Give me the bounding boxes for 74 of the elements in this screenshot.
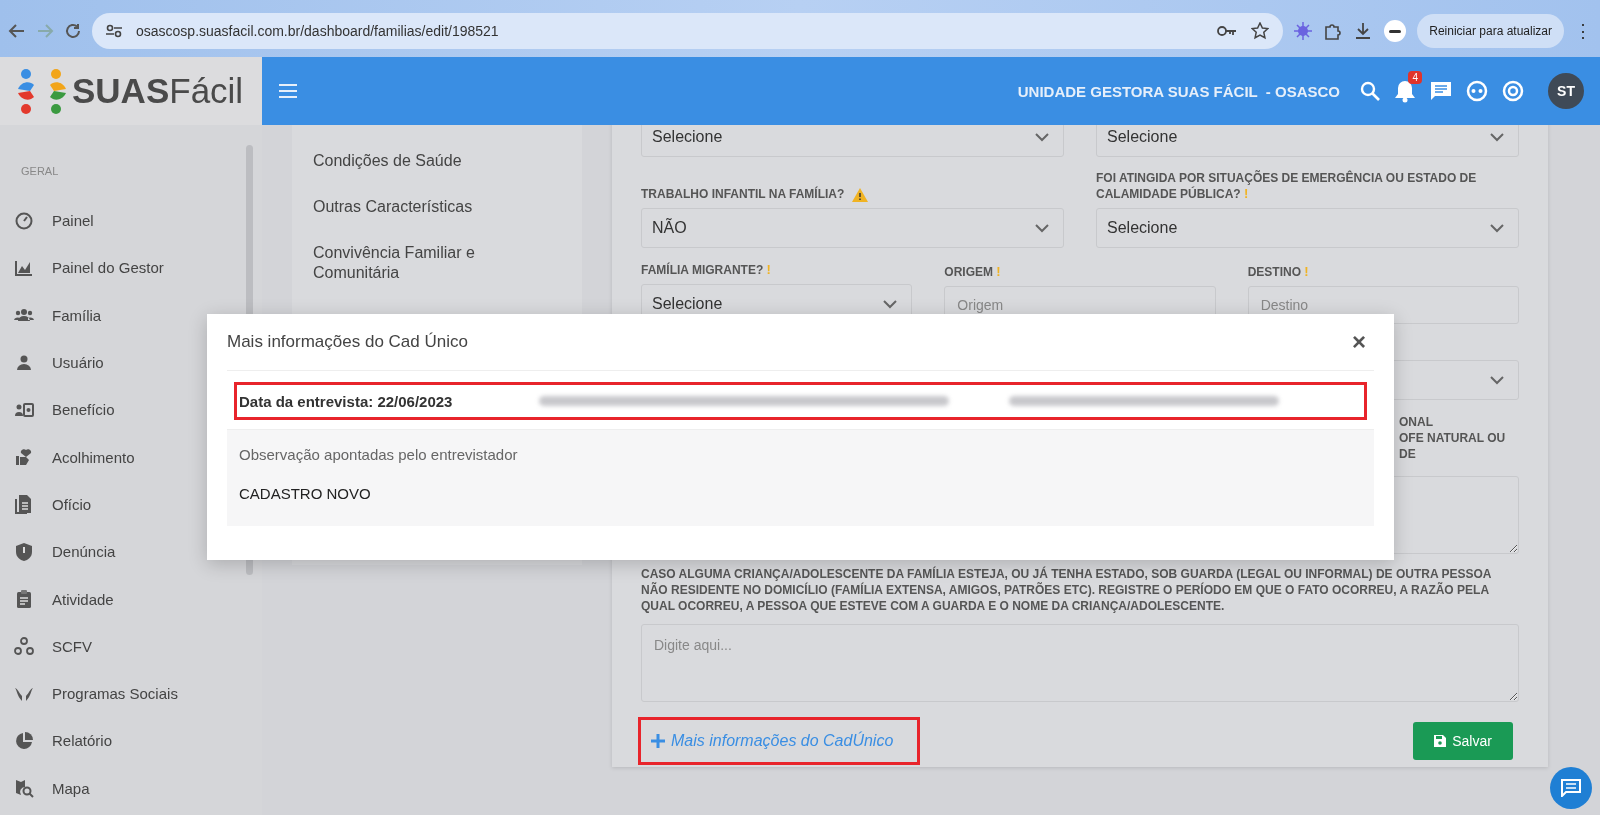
chevron-down-icon: [1035, 132, 1049, 142]
field-label: TRABALHO INFANTIL NA FAMÍLIA?: [641, 187, 845, 202]
field-label: FOI ATINGIDA POR SITUAÇÕES DE EMERGÊNCIA OU ESTADO DE CALAMIDADE PÚBLICA? !: [1096, 171, 1478, 202]
heart-icon: [14, 447, 34, 468]
message-icon[interactable]: [1430, 81, 1452, 101]
select-field[interactable]: Selecione: [1096, 208, 1519, 248]
sidebar-item[interactable]: Ofício: [14, 480, 92, 529]
sidebar-item[interactable]: Usuário: [14, 338, 104, 387]
sidebar-item[interactable]: Mapa: [14, 764, 90, 812]
sidebar-item[interactable]: Painel: [14, 197, 94, 245]
chevron-down-icon: [1490, 375, 1504, 385]
form-section-link[interactable]: Outras Características: [313, 197, 513, 217]
field-label: DESTINO !: [1247, 264, 1309, 280]
shield-icon: [14, 541, 34, 562]
sidebar-item[interactable]: Atividade: [14, 575, 114, 623]
nodes-icon: [14, 636, 34, 657]
section-label: GERAL: [21, 165, 59, 177]
gauge-icon: [14, 210, 34, 231]
site-settings-icon[interactable]: [106, 23, 122, 38]
menu-icon[interactable]: [278, 83, 298, 99]
close-button[interactable]: ×: [1344, 328, 1374, 356]
field-label: FAMÍLIA MIGRANTE? !: [641, 262, 771, 278]
sidebar-item[interactable]: Benefício: [14, 386, 115, 434]
back-icon[interactable]: [8, 21, 26, 40]
sidebar-item[interactable]: Painel do Gestor: [14, 244, 164, 292]
reload-icon[interactable]: [64, 21, 82, 40]
sidebar-item[interactable]: Relatório: [14, 717, 113, 765]
field-label: ONAL OFE NATURAL OU DE: [1398, 414, 1507, 462]
menu-button[interactable]: ⋮: [1574, 19, 1592, 42]
chevron-down-icon: [1035, 223, 1049, 233]
search-icon[interactable]: [1360, 81, 1380, 101]
clipboard-icon: [14, 589, 34, 609]
observation-text: CADASTRO NOVO: [239, 485, 372, 502]
sidebar-item[interactable]: Família: [14, 291, 102, 339]
document-icon: [14, 494, 34, 515]
update-button[interactable]: Reiniciar para atualizar: [1417, 13, 1564, 48]
plus-icon: [651, 734, 665, 748]
logo-text: SUASFácil: [72, 71, 244, 111]
chevron-down-icon: [1490, 132, 1504, 142]
text-area[interactable]: Digite aqui...: [641, 624, 1519, 702]
sidebar-item[interactable]: SCFV: [14, 622, 92, 670]
sidebar-item[interactable]: Acolhimento: [14, 433, 135, 481]
star-icon[interactable]: [1251, 21, 1270, 40]
help-icon[interactable]: [1502, 80, 1524, 102]
select-field[interactable]: NÃO: [641, 208, 1064, 248]
sidebar-item[interactable]: Programas Sociais: [14, 669, 178, 718]
field-label: CASO ALGUMA CRIANÇA/ADOLESCENTE DA FAMÍLIA ESTEJA, OU JÁ TENHA ESTADO, SOB GUARDA (LEGAL OU INFORMAL) DE OUTRA PESSOA NÃO RESIDENTE NO DOMICÍLIO (FAMÍLIA EXTENSA, AMIGOS, PATRÕES ETC). REGISTRE O PERÍODO EM QUE O FATO OCORREU, A RAZÃO PELA QUAL OCORREU, A PESSOA QUE ESTEVE COM A GUARDA E O NOME DA CRIANÇA/ADOLESCENTE.: [641, 566, 1493, 614]
extension-icon[interactable]: [1293, 20, 1314, 41]
save-button[interactable]: Salvar: [1413, 722, 1513, 760]
face-icon[interactable]: [1466, 80, 1488, 102]
address-bar[interactable]: osascosp.suasfacil.com.br/dashboard/familias/edit/198521: [92, 12, 1284, 49]
field-label: ORIGEM !: [944, 264, 1001, 280]
unit-name: UNIDADE GESTORA SUAS FÁCIL - OSASCO: [1016, 82, 1340, 100]
chat-button[interactable]: [1550, 767, 1592, 809]
form-section-link[interactable]: Convivência Familiar e Comunitária: [313, 243, 513, 283]
select-field[interactable]: Selecione: [1096, 125, 1519, 157]
chevron-down-icon: [883, 299, 898, 309]
interview-row: Data da entrevista: 22/06/2023: [237, 385, 1364, 417]
observation-label: Observação apontadas pelo entrevistador: [239, 446, 519, 463]
notification-badge: 4: [1408, 71, 1422, 84]
map-icon: [14, 778, 34, 799]
key-icon[interactable]: [1217, 24, 1238, 37]
chat-icon: [1561, 779, 1581, 797]
pie-icon: [14, 730, 34, 751]
chevron-down-icon: [1490, 223, 1504, 233]
input-field[interactable]: Destino: [1247, 286, 1519, 324]
profile-icon[interactable]: [1383, 18, 1408, 43]
url-text: osascosp.suasfacil.com.br/dashboard/familias/edit/198521: [136, 22, 500, 39]
modal-title: Mais informações do Cad Único: [227, 332, 468, 352]
sidebar-item[interactable]: Denúncia: [14, 528, 116, 576]
user-avatar[interactable]: ST: [1548, 73, 1584, 109]
form-section-link[interactable]: Condições de Saúde: [313, 151, 513, 171]
bell-icon[interactable]: [1394, 79, 1416, 103]
select-field[interactable]: Selecione: [641, 125, 1064, 157]
